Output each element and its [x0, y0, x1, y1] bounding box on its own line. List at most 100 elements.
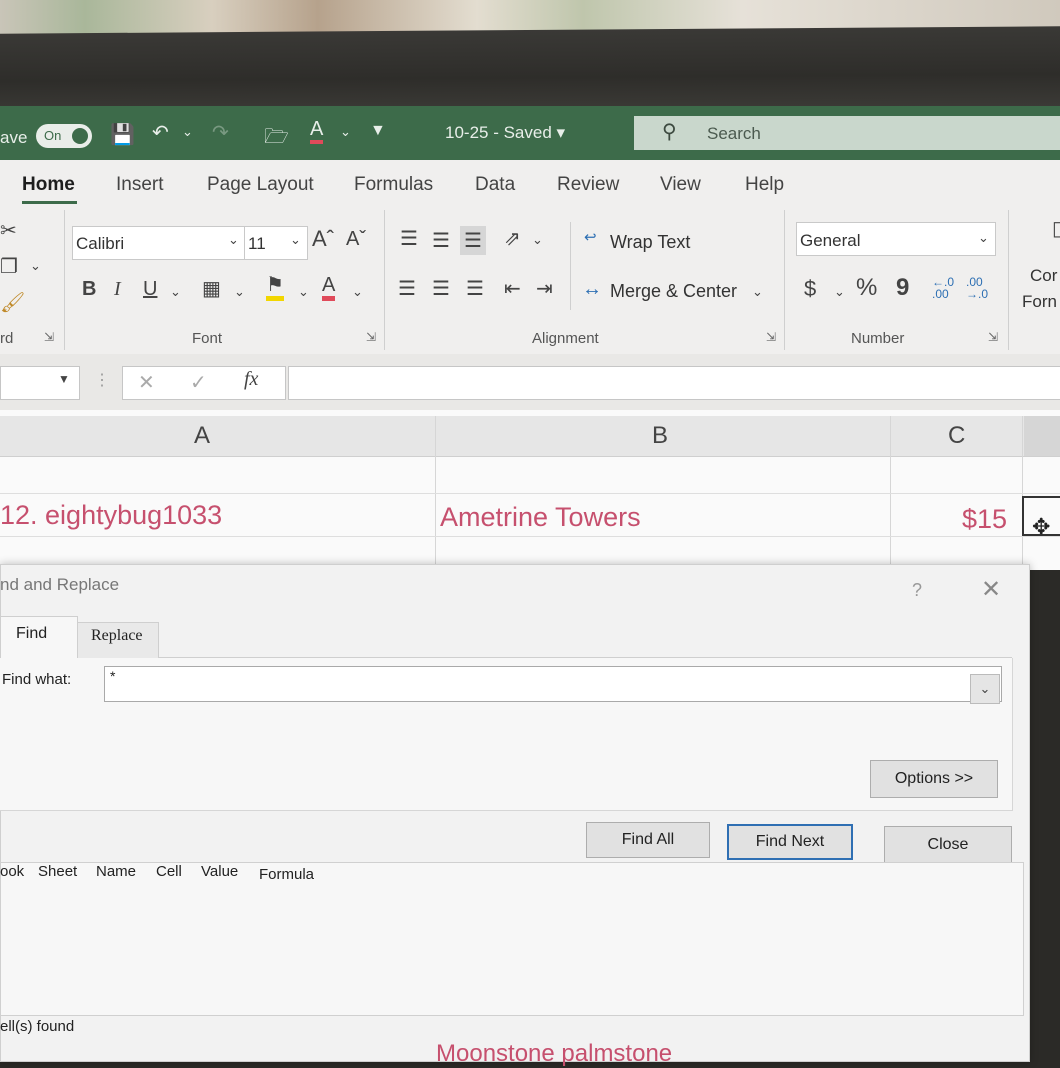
align-middle-icon[interactable]: ☰ [432, 228, 450, 253]
format-painter-icon[interactable]: 🖌 [0, 290, 25, 315]
font-color-dropdown-icon[interactable]: ⌄ [340, 124, 351, 140]
redo-icon[interactable]: ↷ [212, 120, 229, 145]
wrap-text-button[interactable]: Wrap Text [610, 232, 690, 253]
name-box-dropdown-icon[interactable]: ▼ [58, 372, 70, 386]
increase-indent-icon[interactable]: ⇥ [536, 276, 553, 301]
autosave-label: ave [0, 128, 28, 147]
cell-c-value[interactable]: $15 [962, 504, 1007, 535]
formula-input[interactable] [288, 366, 1060, 400]
merge-center-button[interactable]: Merge & Center [610, 281, 737, 302]
insert-function-icon[interactable]: fx [244, 368, 258, 391]
close-button[interactable]: Close [884, 826, 1012, 864]
increase-decimal-icon[interactable]: ←.0 .00 [932, 276, 954, 300]
undo-icon[interactable]: ↶ [152, 120, 169, 145]
comma-style-icon[interactable]: 9 [896, 274, 909, 302]
align-top-icon[interactable]: ☰ [400, 226, 418, 251]
underline-dropdown-icon[interactable]: ⌄ [170, 284, 181, 300]
find-all-button[interactable]: Find All [586, 822, 710, 858]
results-list[interactable] [0, 862, 1024, 1016]
results-column-value[interactable]: Value [201, 863, 238, 880]
currency-dropdown-icon[interactable]: ⌄ [834, 284, 845, 300]
tab-insert[interactable]: Insert [116, 174, 164, 196]
clipboard-launcher-icon[interactable]: ⇲ [44, 330, 54, 344]
bold-button[interactable]: B [82, 278, 96, 301]
results-column-sheet[interactable]: Sheet [38, 863, 77, 880]
merge-center-icon[interactable]: ↔ [582, 278, 602, 301]
font-color-icon[interactable]: A [310, 118, 324, 144]
decrease-indent-icon[interactable]: ⇤ [504, 276, 521, 301]
search-box[interactable] [634, 116, 1060, 150]
results-column-name[interactable]: Name [96, 863, 136, 880]
tab-view[interactable]: View [660, 174, 701, 196]
alignment-launcher-icon[interactable]: ⇲ [766, 330, 776, 344]
merge-dropdown-icon[interactable]: ⌄ [752, 284, 763, 300]
group-separator [1008, 210, 1009, 350]
column-header-a[interactable]: A [194, 422, 210, 450]
font-launcher-icon[interactable]: ⇲ [366, 330, 376, 344]
tab-review[interactable]: Review [557, 174, 619, 196]
decrease-decimal-icon[interactable]: .00 →.0 [966, 276, 988, 300]
decrease-font-icon[interactable]: Aˇ [346, 228, 366, 251]
underline-button[interactable]: U [143, 278, 157, 301]
enter-entry-icon[interactable]: ✓ [190, 370, 207, 395]
copy-icon[interactable]: ❐ [0, 254, 18, 279]
fill-color-dropdown-icon[interactable]: ⌄ [298, 284, 309, 300]
styles-partial-line1[interactable]: Cor [1030, 266, 1057, 286]
font-name-dropdown-icon[interactable]: ⌄ [228, 232, 239, 248]
font-color-ribbon-icon[interactable]: A [322, 274, 336, 301]
document-title[interactable]: 10-25 - Saved ▾ [445, 123, 565, 143]
cell-a-value[interactable]: 12. eightybug1033 [0, 500, 222, 531]
tab-page-layout[interactable]: Page Layout [207, 174, 314, 196]
tab-data[interactable]: Data [475, 174, 515, 196]
close-icon[interactable]: ✕ [981, 575, 1001, 604]
align-center-icon[interactable]: ☰ [432, 276, 450, 301]
find-what-label: Find what: [2, 671, 72, 688]
options-button[interactable]: Options >> [870, 760, 998, 798]
number-group-label: Number [851, 330, 905, 347]
italic-button[interactable]: I [114, 278, 121, 301]
undo-dropdown-icon[interactable]: ⌄ [182, 124, 193, 140]
align-right-icon[interactable]: ☰ [466, 276, 484, 301]
column-header-b[interactable]: B [652, 422, 668, 450]
column-divider [890, 416, 891, 576]
number-launcher-icon[interactable]: ⇲ [988, 330, 998, 344]
cancel-entry-icon[interactable]: ✕ [138, 370, 155, 395]
currency-icon[interactable]: $ [804, 276, 816, 302]
tab-formulas[interactable]: Formulas [354, 174, 433, 196]
open-folder-icon[interactable]: 🗁 [264, 122, 289, 156]
styles-partial-line2[interactable]: Forn [1022, 292, 1057, 312]
fill-color-icon[interactable]: ⚑ [266, 274, 284, 301]
wrap-text-icon[interactable]: ↩ [584, 228, 597, 246]
cut-icon[interactable]: ✂ [0, 218, 17, 243]
orientation-dropdown-icon[interactable]: ⌄ [532, 232, 543, 248]
orientation-icon[interactable]: ⇗ [504, 226, 521, 251]
column-header-c[interactable]: C [948, 422, 965, 450]
tab-home[interactable]: Home [22, 174, 75, 196]
cell-b-value[interactable]: Ametrine Towers [440, 502, 641, 533]
conditional-formatting-icon[interactable]: ▯ [1052, 216, 1060, 241]
save-icon[interactable]: 💾 [110, 122, 135, 147]
font-name-value: Calibri [76, 234, 125, 253]
find-what-dropdown-icon[interactable]: ⌄ [970, 674, 1000, 704]
results-column-formula[interactable]: Formula [259, 866, 314, 883]
percent-icon[interactable]: % [856, 274, 877, 302]
borders-icon[interactable]: ▦ [202, 276, 221, 301]
find-next-button[interactable]: Find Next [727, 824, 853, 860]
copy-dropdown-icon[interactable]: ⌄ [30, 258, 41, 274]
results-column-book[interactable]: ook [0, 863, 24, 880]
help-icon[interactable]: ? [912, 580, 922, 601]
increase-font-icon[interactable]: Aˆ [312, 226, 334, 252]
number-format-dropdown-icon[interactable]: ⌄ [978, 230, 989, 246]
find-what-input[interactable] [104, 666, 1002, 702]
align-left-icon[interactable]: ☰ [398, 276, 416, 301]
results-column-cell[interactable]: Cell [156, 863, 182, 880]
borders-dropdown-icon[interactable]: ⌄ [234, 284, 245, 300]
column-header-d[interactable] [1024, 416, 1060, 456]
tab-help[interactable]: Help [745, 174, 784, 196]
align-bottom-icon[interactable]: ☰ [460, 226, 486, 255]
customize-toolbar-icon[interactable]: ▼ [370, 122, 386, 140]
font-size-dropdown-icon[interactable]: ⌄ [290, 232, 301, 248]
font-color-ribbon-dropdown-icon[interactable]: ⌄ [352, 284, 363, 300]
formula-bar-grip-icon: ⋮ [94, 372, 110, 389]
font-size-value: 11 [248, 234, 266, 253]
